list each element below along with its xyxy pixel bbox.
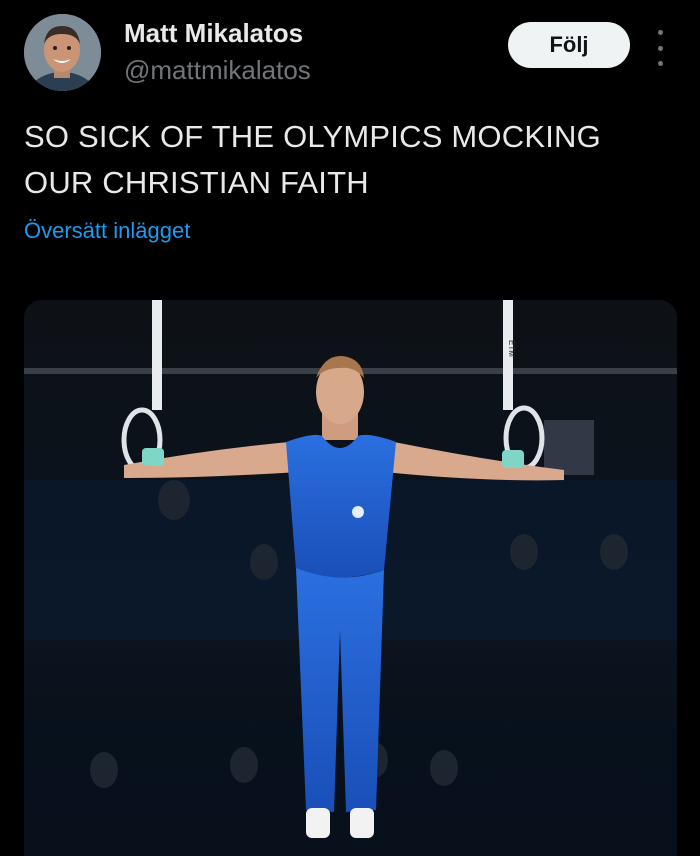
translate-post-link[interactable]: Översätt inlägget (24, 218, 190, 244)
author-name[interactable]: Matt Mikalatos (124, 18, 303, 49)
avatar[interactable] (24, 14, 101, 91)
follow-button[interactable]: Följ (508, 22, 630, 68)
tweet-text: SO SICK OF THE OLYMPICS MOCKING OUR CHRI… (24, 119, 601, 200)
more-vertical-icon[interactable] (648, 30, 672, 66)
author-handle[interactable]: @mattmikalatos (124, 55, 311, 86)
tweet-image[interactable]: ETM (24, 300, 677, 856)
ring-strap-text: ETM (507, 340, 516, 357)
